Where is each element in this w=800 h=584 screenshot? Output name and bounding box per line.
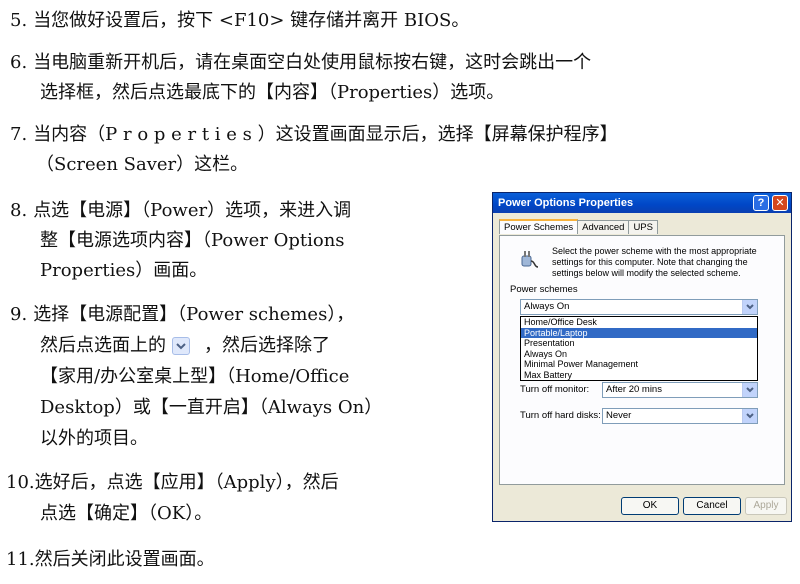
step-11: 11.然后关闭此设置画面。 — [6, 545, 215, 575]
disks-value: Never — [606, 410, 632, 421]
step-number: 7. — [10, 124, 28, 145]
step-8-line-2: 整【电源选项内容】（Power Options — [40, 226, 345, 256]
tab-advanced[interactable]: Advanced — [577, 220, 630, 234]
step-text: 当您做好设置后，按下 <F10> 键存储并离开 BIOS。 — [33, 10, 470, 31]
tab-ups[interactable]: UPS — [628, 220, 658, 234]
step-10-line-2: 点选【确定】（OK）。 — [40, 499, 212, 529]
step-9-line-2: 然后点选面上的 ，然后选择除了 — [40, 331, 330, 361]
option-always-on[interactable]: Always On — [521, 349, 757, 360]
dialog-title: Power Options Properties — [498, 197, 634, 209]
cancel-button[interactable]: Cancel — [683, 497, 741, 515]
option-presentation[interactable]: Presentation — [521, 338, 757, 349]
close-button[interactable]: ✕ — [772, 195, 788, 211]
step-text: 点选【电源】（Power）选项，来进入调 — [33, 200, 352, 221]
step-9-line-3: 【家用/办公室桌上型】（Home/Office — [40, 362, 349, 392]
step-6-line-2: 选择框，然后点选最底下的【内容】（Properties）选项。 — [40, 78, 504, 108]
step-5: 5. 当您做好设置后，按下 <F10> 键存储并离开 BIOS。 — [10, 6, 469, 36]
dialog-description: Select the power scheme with the most ap… — [552, 246, 757, 278]
option-home-office[interactable]: Home/Office Desk — [521, 317, 757, 328]
step-text: Properties）画面。 — [40, 260, 208, 281]
step-10: 10.选好后，点选【应用】（Apply），然后 — [6, 468, 339, 498]
power-scheme-options: Home/Office Desk Portable/Laptop Present… — [520, 316, 758, 381]
selected-scheme: Always On — [524, 301, 570, 312]
step-8: 8. 点选【电源】（Power）选项，来进入调 — [10, 196, 351, 226]
step-6: 6. 当电脑重新开机后，请在桌面空白处使用鼠标按右键，这时会跳出一个 — [10, 48, 591, 78]
disks-label: Turn off hard disks: — [520, 410, 601, 421]
apply-button[interactable]: Apply — [745, 497, 787, 515]
step-text: 选择框，然后点选最底下的【内容】（Properties）选项。 — [40, 82, 505, 103]
step-text: 以外的项目。 — [40, 428, 148, 449]
tab-power-schemes[interactable]: Power Schemes — [499, 219, 579, 234]
step-number: 10. — [6, 472, 35, 493]
step-text: 整【电源选项内容】（Power Options — [40, 230, 345, 251]
step-text: 然后关闭此设置画面。 — [34, 549, 215, 570]
step-9-line-4: Desktop）或【一直开启】（Always On） — [40, 393, 382, 423]
step-9: 9. 选择【电源配置】（Power schemes）， — [10, 300, 354, 330]
monitor-label: Turn off monitor: — [520, 384, 590, 395]
step-number: 6. — [10, 52, 28, 73]
step-8-line-3: Properties）画面。 — [40, 256, 207, 286]
tab-bar: Power Schemes Advanced UPS — [499, 219, 658, 235]
option-minimal-power[interactable]: Minimal Power Management — [521, 359, 757, 370]
chevron-down-icon[interactable] — [742, 383, 757, 397]
step-number: 9. — [10, 304, 28, 325]
monitor-select[interactable]: After 20 mins — [602, 382, 758, 398]
step-text: （Screen Saver）这栏。 — [36, 154, 249, 175]
step-text: 然后点选面上的 — [40, 335, 166, 356]
power-scheme-select[interactable]: Always On — [520, 299, 758, 315]
step-7: 7. 当内容（P r o p e r t i e s ）这设置画面显示后，选择【屏… — [10, 120, 618, 150]
step-text: 【家用/办公室桌上型】（Home/Office — [40, 366, 350, 387]
step-text: 当电脑重新开机后，请在桌面空白处使用鼠标按右键，这时会跳出一个 — [33, 52, 592, 73]
step-text: Desktop）或【一直开启】（Always On） — [40, 397, 383, 418]
ok-button[interactable]: OK — [621, 497, 679, 515]
chevron-down-icon[interactable] — [742, 409, 757, 423]
tab-panel: Select the power scheme with the most ap… — [499, 235, 785, 485]
step-text: 选择【电源配置】（Power schemes）， — [33, 304, 355, 325]
step-number: 8. — [10, 200, 28, 221]
disks-select[interactable]: Never — [602, 408, 758, 424]
step-7-line-2: （Screen Saver）这栏。 — [36, 150, 248, 180]
option-portable-laptop[interactable]: Portable/Laptop — [521, 327, 757, 338]
dialog-titlebar: Power Options Properties ? ✕ — [493, 193, 791, 213]
step-text: 当内容（P r o p e r t i e s ）这设置画面显示后，选择【屏幕保… — [33, 124, 618, 145]
power-schemes-group-label: Power schemes — [510, 284, 578, 295]
step-text: ，然后选择除了 — [204, 335, 330, 356]
step-number: 11. — [6, 549, 35, 570]
step-number: 5. — [10, 10, 28, 31]
help-button[interactable]: ? — [753, 195, 769, 211]
power-options-dialog: Power Options Properties ? ✕ Power Schem… — [492, 192, 792, 522]
dropdown-arrow-icon — [172, 337, 190, 355]
step-9-line-5: 以外的项目。 — [40, 424, 148, 454]
monitor-value: After 20 mins — [606, 384, 662, 395]
option-max-battery[interactable]: Max Battery — [521, 370, 757, 381]
step-text: 点选【确定】（OK）。 — [40, 503, 213, 524]
power-plug-icon — [520, 248, 540, 268]
step-text: 选好后，点选【应用】（Apply），然后 — [34, 472, 339, 493]
chevron-down-icon[interactable] — [742, 300, 757, 314]
